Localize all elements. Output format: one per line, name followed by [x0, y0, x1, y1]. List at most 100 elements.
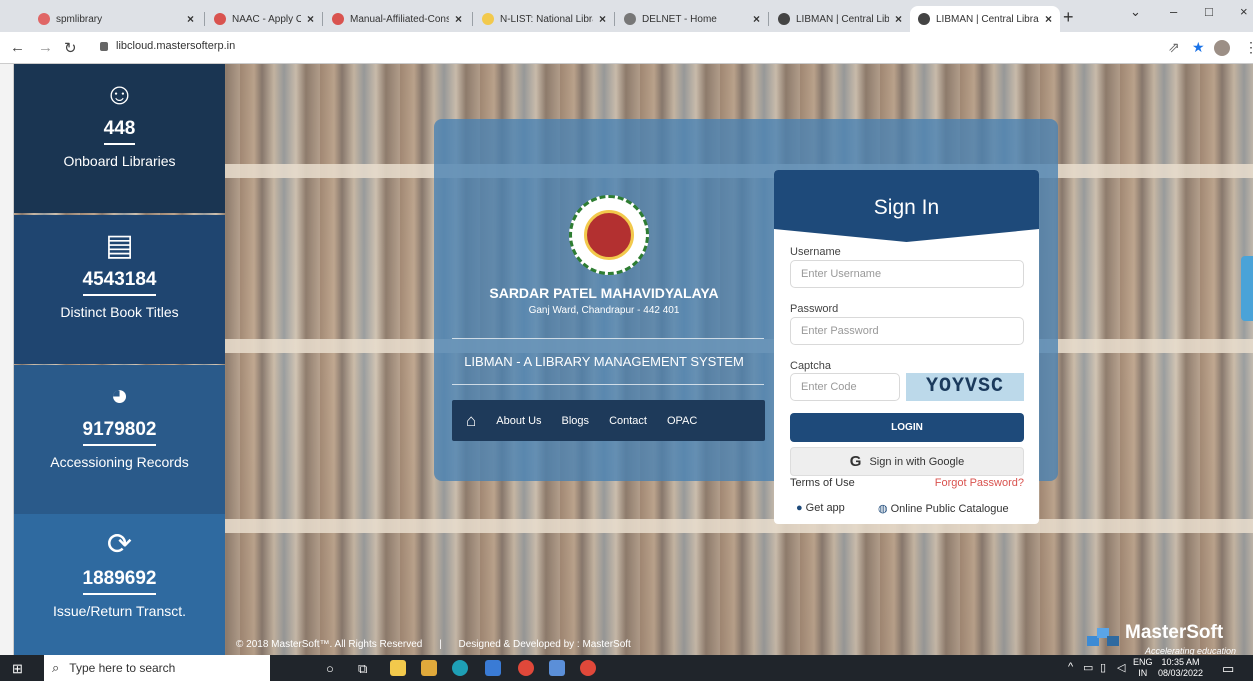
google-signin-label: Sign in with Google [869, 455, 965, 468]
password-input[interactable] [790, 317, 1024, 345]
system-clock[interactable]: 10:35 AM 08/03/2022 [1158, 657, 1203, 679]
feedback-side-tab[interactable] [1241, 256, 1253, 321]
lock-icon [100, 41, 108, 51]
tab-naac[interactable]: NAAC - Apply Online × [206, 6, 322, 32]
nav-opac[interactable]: OPAC [667, 415, 697, 427]
volume-icon[interactable]: ◁ [1117, 661, 1125, 674]
tab-title: DELNET - Home [642, 13, 717, 25]
mastersoft-mark-icon [1087, 628, 1121, 648]
chrome-app-icon[interactable] [518, 660, 534, 676]
taskbar-search[interactable]: ⌕ Type here to search [44, 655, 270, 681]
stat-value: 448 [103, 118, 136, 145]
close-tab-icon[interactable]: × [895, 12, 902, 26]
signin-panel: Sign In Username Password Captcha YOYVSC… [774, 170, 1039, 524]
password-label: Password [790, 303, 839, 315]
tab-spmlibrary[interactable]: spmlibrary × [30, 6, 202, 32]
stat-label: Onboard Libraries [63, 153, 176, 169]
close-tab-icon[interactable]: × [187, 12, 194, 26]
share-icon[interactable]: ⇗ [1168, 39, 1180, 56]
edge-app-icon[interactable] [452, 660, 468, 676]
copyright-text: © 2018 MasterSoft™. All Rights Reserved [236, 639, 423, 650]
opac-link[interactable]: ◍ Online Public Catalogue [878, 502, 1009, 515]
notification-icon[interactable]: ▭ [1222, 661, 1234, 677]
store-app-icon[interactable] [390, 660, 406, 676]
google-signin-button[interactable]: G Sign in with Google [790, 447, 1024, 476]
captcha-input[interactable] [790, 373, 900, 401]
android-icon: ● [796, 502, 803, 514]
chrome-app-icon[interactable] [580, 660, 596, 676]
tray-chevron-icon[interactable]: ^ [1068, 661, 1073, 673]
home-icon[interactable]: ⌂ [466, 411, 476, 431]
new-tab-button[interactable]: + [1063, 7, 1074, 28]
address-bar: ← → ↻ libcloud.mastersofterp.in ⇗ ★ ⋮ [0, 32, 1253, 64]
lang-code: ENG [1133, 657, 1153, 667]
stat-label: Accessioning Records [50, 454, 189, 470]
reload-icon[interactable]: ↻ [64, 39, 77, 57]
nav-contact[interactable]: Contact [609, 415, 647, 427]
close-window-icon[interactable]: × [1240, 4, 1248, 19]
tab-favicon-icon [624, 13, 636, 25]
task-view-icon[interactable]: ⧉ [358, 661, 367, 677]
close-tab-icon[interactable]: × [307, 12, 314, 26]
cortana-icon[interactable]: ○ [326, 661, 334, 676]
tab-title: N-LIST: National Library [500, 13, 593, 25]
tab-favicon-icon [778, 13, 790, 25]
stat-value: 4543184 [82, 269, 157, 296]
app-icon[interactable] [485, 660, 501, 676]
back-icon[interactable]: ← [10, 39, 25, 56]
stat-accessioning-records: ◕ 9179802 Accessioning Records [14, 365, 225, 514]
captcha-image: YOYVSC [906, 373, 1024, 401]
username-input[interactable] [790, 260, 1024, 288]
windows-taskbar: ⊞ ⌕ Type here to search ○ ⧉ ^ ▭ ▯ ◁ ENG … [0, 655, 1253, 681]
tab-libman-active[interactable]: LIBMAN | Central Librar × [910, 6, 1060, 32]
windows-start-icon[interactable]: ⊞ [12, 661, 23, 677]
tab-manual-affiliated[interactable]: Manual-Affiliated-Cons × [324, 6, 470, 32]
photos-app-icon[interactable] [549, 660, 565, 676]
close-tab-icon[interactable]: × [599, 12, 606, 26]
get-app-label: Get app [805, 502, 845, 514]
tab-libman-1[interactable]: LIBMAN | Central Librar × [770, 6, 910, 32]
bookmark-star-icon[interactable]: ★ [1192, 39, 1205, 56]
close-tab-icon[interactable]: × [455, 12, 462, 26]
smiley-icon: ☺ [104, 78, 135, 111]
login-button[interactable]: LOGIN [790, 413, 1024, 442]
more-menu-icon[interactable]: ⋮ [1244, 39, 1253, 56]
tab-favicon-icon [918, 13, 930, 25]
nav-about-us[interactable]: About Us [496, 415, 541, 427]
brand-tagline: Accelerating education [1145, 646, 1237, 655]
terms-of-use-link[interactable]: Terms of Use [790, 477, 855, 489]
maximize-icon[interactable]: □ [1205, 4, 1213, 19]
get-app-link[interactable]: ● Get app [796, 502, 845, 514]
close-tab-icon[interactable]: × [1045, 12, 1052, 26]
tab-delnet[interactable]: DELNET - Home × [616, 6, 768, 32]
left-ruler [0, 64, 14, 655]
opac-label: Online Public Catalogue [890, 503, 1009, 515]
forward-icon[interactable]: → [38, 39, 53, 56]
tab-favicon-icon [214, 13, 226, 25]
captcha-label: Captcha [790, 360, 831, 372]
tab-search-icon[interactable]: ⌄ [1130, 4, 1141, 20]
page-footer: © 2018 MasterSoft™. All Rights Reserved … [236, 639, 631, 650]
url-field[interactable]: libcloud.mastersofterp.in [100, 40, 235, 52]
url-text: libcloud.mastersofterp.in [116, 40, 236, 52]
file-explorer-icon[interactable] [421, 660, 437, 676]
tab-title: Manual-Affiliated-Cons [350, 13, 449, 25]
profile-avatar[interactable] [1214, 40, 1230, 56]
language-indicator[interactable]: ENG IN [1133, 657, 1153, 679]
browser-tab-bar: spmlibrary × NAAC - Apply Online × Manua… [0, 0, 1253, 32]
nav-blogs[interactable]: Blogs [562, 415, 590, 427]
tab-nlist[interactable]: N-LIST: National Library × [474, 6, 614, 32]
close-tab-icon[interactable]: × [753, 12, 760, 26]
forgot-password-link[interactable]: Forgot Password? [935, 477, 1024, 489]
network-icon[interactable]: ▭ [1083, 661, 1093, 674]
tab-title: spmlibrary [56, 13, 103, 25]
stat-label: Issue/Return Transct. [52, 603, 187, 619]
stat-onboard-libraries: ☺ 448 Onboard Libraries [14, 64, 225, 213]
clock-date: 08/03/2022 [1158, 668, 1204, 678]
tab-favicon-icon [38, 13, 50, 25]
clock-time: 10:35 AM [1161, 657, 1200, 667]
minimize-icon[interactable]: – [1170, 4, 1177, 19]
battery-icon[interactable]: ▯ [1100, 661, 1106, 674]
college-logo [569, 195, 649, 275]
search-icon: ⌕ [52, 660, 60, 675]
